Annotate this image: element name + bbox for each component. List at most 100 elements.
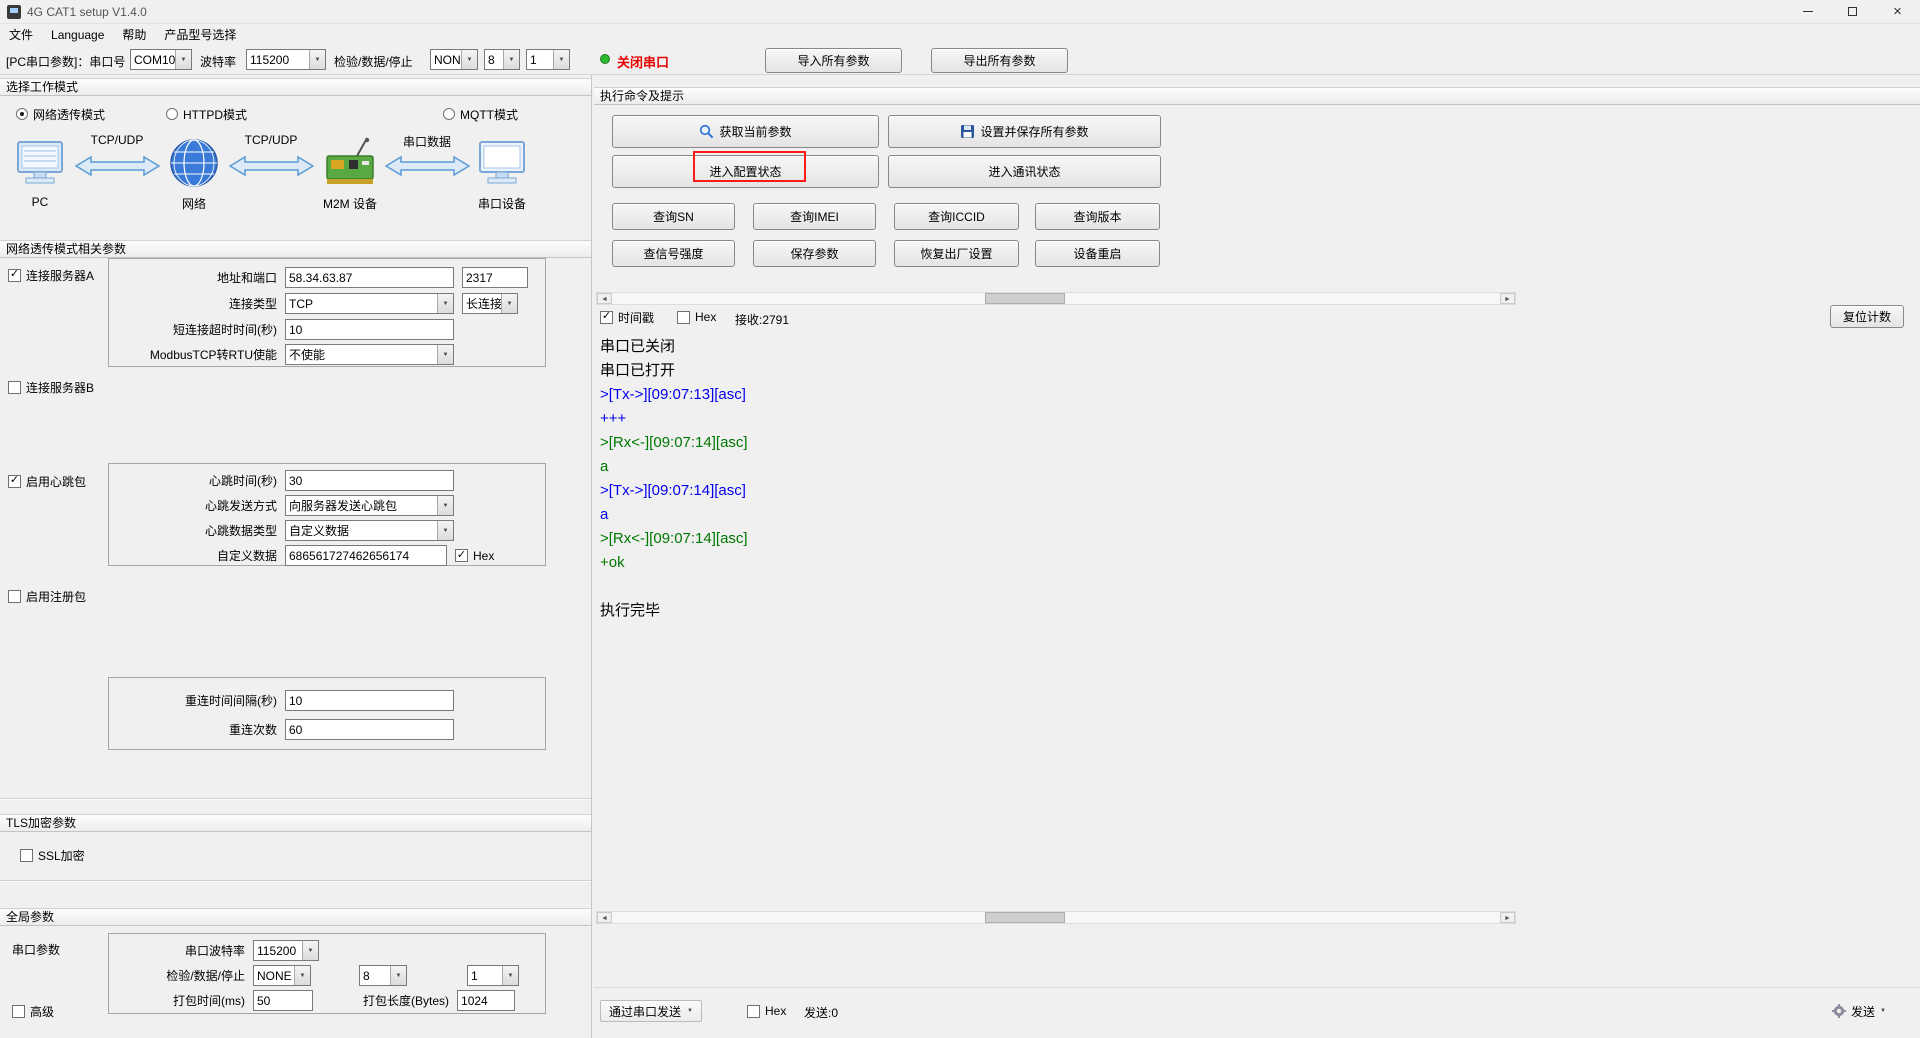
pack-len-input[interactable] bbox=[457, 990, 515, 1011]
server-b-checkbox[interactable]: 连接服务器B bbox=[8, 379, 94, 395]
send-hex-checkbox[interactable]: Hex bbox=[747, 1003, 786, 1019]
pack-time-input[interactable] bbox=[253, 990, 313, 1011]
search-icon bbox=[699, 124, 714, 139]
set-save-params-button[interactable]: 设置并保存所有参数 bbox=[888, 115, 1161, 148]
scroll-track[interactable] bbox=[612, 912, 1500, 923]
close-button[interactable]: × bbox=[1875, 0, 1920, 24]
heartbeat-groupbox: 心跳时间(秒) 心跳发送方式 向服务器发送心跳包▼ 心跳数据类型 自定义数据▼ … bbox=[108, 463, 546, 566]
scroll-left-icon[interactable]: ◄ bbox=[597, 912, 612, 923]
server-a-address-input[interactable] bbox=[285, 267, 454, 288]
global-databits-select[interactable]: 8▼ bbox=[359, 965, 407, 986]
export-params-button[interactable]: 导出所有参数 bbox=[931, 48, 1068, 73]
scroll-right-icon[interactable]: ► bbox=[1500, 912, 1515, 923]
server-a-groupbox: 地址和端口 连接类型 TCP▼ 长连接▼ 短连接超时时间(秒) ModbusTC… bbox=[108, 258, 546, 367]
query-version-button[interactable]: 查询版本 bbox=[1035, 203, 1160, 230]
com-port-select[interactable]: COM10▼ bbox=[130, 49, 192, 70]
heartbeat-checkbox[interactable]: 启用心跳包 bbox=[8, 473, 86, 489]
log-line: >[Rx<-][09:07:14][asc] bbox=[600, 431, 1910, 455]
network-node: 网络 bbox=[162, 133, 226, 212]
conn-mode-select[interactable]: 长连接▼ bbox=[462, 293, 518, 314]
menu-language[interactable]: Language bbox=[42, 26, 113, 44]
reconnect-interval-input[interactable] bbox=[285, 690, 454, 711]
checkbox-label: 启用注册包 bbox=[26, 588, 86, 605]
scroll-thumb[interactable] bbox=[985, 293, 1065, 304]
menu-product-model[interactable]: 产品型号选择 bbox=[155, 24, 245, 45]
heartbeat-data-type-label: 心跳数据类型 bbox=[115, 522, 277, 539]
checkbox-icon bbox=[8, 590, 21, 603]
global-stopbits-value: 1 bbox=[468, 969, 502, 983]
minimize-button[interactable] bbox=[1785, 0, 1830, 24]
pc-serial-label: [PC串口参数]：串口号 bbox=[6, 53, 125, 70]
checkbox-label: 高级 bbox=[30, 1003, 54, 1020]
custom-data-input[interactable] bbox=[285, 545, 447, 566]
log-line: >[Tx->][09:07:14][asc] bbox=[600, 479, 1910, 503]
scroll-thumb[interactable] bbox=[985, 912, 1065, 923]
scroll-track[interactable] bbox=[612, 293, 1500, 304]
baud-select[interactable]: 115200▼ bbox=[246, 49, 326, 70]
conn-type-value: TCP bbox=[286, 297, 437, 311]
reset-count-button[interactable]: 复位计数 bbox=[1830, 305, 1904, 328]
heartbeat-time-input[interactable] bbox=[285, 470, 454, 491]
query-iccid-button[interactable]: 查询ICCID bbox=[894, 203, 1019, 230]
menu-file[interactable]: 文件 bbox=[0, 24, 42, 45]
chevron-down-icon: ▼ bbox=[553, 50, 569, 69]
factory-reset-button[interactable]: 恢复出厂设置 bbox=[894, 240, 1019, 267]
parity-select[interactable]: NONE▼ bbox=[430, 49, 478, 70]
timestamp-checkbox[interactable]: 时间戳 bbox=[600, 309, 654, 325]
log-hscrollbar-top[interactable]: ◄ ► bbox=[596, 292, 1516, 305]
heartbeat-hex-checkbox[interactable]: Hex bbox=[455, 548, 494, 564]
m2m-node: M2M 设备 bbox=[316, 133, 384, 212]
global-parity-select[interactable]: NONE▼ bbox=[253, 965, 311, 986]
menu-help[interactable]: 帮助 bbox=[113, 24, 155, 45]
global-stopbits-select[interactable]: 1▼ bbox=[467, 965, 519, 986]
short-conn-timeout-input[interactable] bbox=[285, 319, 454, 340]
checkbox-icon bbox=[8, 269, 21, 282]
heartbeat-send-mode-select[interactable]: 向服务器发送心跳包▼ bbox=[285, 495, 454, 516]
addr-port-label: 地址和端口 bbox=[115, 269, 277, 286]
radio-mqtt-mode[interactable]: MQTT模式 bbox=[443, 106, 518, 122]
radio-httpd-mode[interactable]: HTTPD模式 bbox=[166, 106, 247, 122]
reconnect-count-input[interactable] bbox=[285, 719, 454, 740]
short-conn-timeout-label: 短连接超时时间(秒) bbox=[115, 321, 277, 338]
get-current-params-button[interactable]: 获取当前参数 bbox=[612, 115, 879, 148]
server-a-checkbox[interactable]: 连接服务器A bbox=[8, 267, 94, 283]
query-imei-button[interactable]: 查询IMEI bbox=[753, 203, 876, 230]
import-params-button[interactable]: 导入所有参数 bbox=[765, 48, 902, 73]
global-baud-select[interactable]: 115200▼ bbox=[253, 940, 319, 961]
checkbox-icon bbox=[8, 475, 21, 488]
radio-net-transparent-mode[interactable]: 网络透传模式 bbox=[16, 106, 105, 122]
advanced-checkbox[interactable]: 高级 bbox=[12, 1003, 54, 1019]
save-params-button[interactable]: 保存参数 bbox=[753, 240, 876, 267]
modbus-select[interactable]: 不使能▼ bbox=[285, 344, 454, 365]
enter-comm-button[interactable]: 进入通讯状态 bbox=[888, 155, 1161, 188]
server-a-port-input[interactable] bbox=[462, 267, 528, 288]
device-restart-button[interactable]: 设备重启 bbox=[1035, 240, 1160, 267]
heartbeat-data-type-select[interactable]: 自定义数据▼ bbox=[285, 520, 454, 541]
scroll-right-icon[interactable]: ► bbox=[1500, 293, 1515, 304]
log-area[interactable]: 串口已关闭 串口已打开 >[Tx->][09:07:13][asc] +++ >… bbox=[600, 335, 1910, 905]
menu-bar: 文件 Language 帮助 产品型号选择 bbox=[0, 24, 1920, 45]
serial-node-label: 串口设备 bbox=[478, 195, 526, 212]
scroll-left-icon[interactable]: ◄ bbox=[597, 293, 612, 304]
ssl-checkbox[interactable]: SSL加密 bbox=[20, 847, 85, 863]
log-hscrollbar-bottom[interactable]: ◄ ► bbox=[596, 911, 1516, 924]
conn-type-label: 连接类型 bbox=[115, 295, 277, 312]
query-signal-button[interactable]: 查信号强度 bbox=[612, 240, 735, 267]
global-baud-value: 115200 bbox=[254, 944, 302, 958]
log-hex-checkbox[interactable]: Hex bbox=[677, 309, 716, 325]
receive-count: 接收:2791 bbox=[735, 311, 789, 328]
parity-value: NONE bbox=[431, 53, 461, 67]
left-panel: 选择工作模式 网络透传模式 HTTPD模式 MQTT模式 PC TCP/UDP … bbox=[0, 75, 592, 1038]
stopbits-select[interactable]: 1▼ bbox=[526, 49, 570, 70]
query-sn-button[interactable]: 查询SN bbox=[612, 203, 735, 230]
double-arrow-icon bbox=[229, 155, 314, 177]
send-button[interactable]: 发送 ▼ bbox=[1826, 1000, 1892, 1022]
register-checkbox[interactable]: 启用注册包 bbox=[8, 588, 86, 604]
conn-type-select[interactable]: TCP▼ bbox=[285, 293, 454, 314]
pc-node-label: PC bbox=[32, 195, 49, 209]
close-port-button[interactable]: 关闭串口 bbox=[617, 52, 669, 71]
enter-config-button[interactable]: 进入配置状态 bbox=[612, 155, 879, 188]
databits-select[interactable]: 8▼ bbox=[484, 49, 520, 70]
send-via-serial-dropdown[interactable]: 通过串口发送 ▼ bbox=[600, 1000, 702, 1022]
maximize-button[interactable] bbox=[1830, 0, 1875, 24]
